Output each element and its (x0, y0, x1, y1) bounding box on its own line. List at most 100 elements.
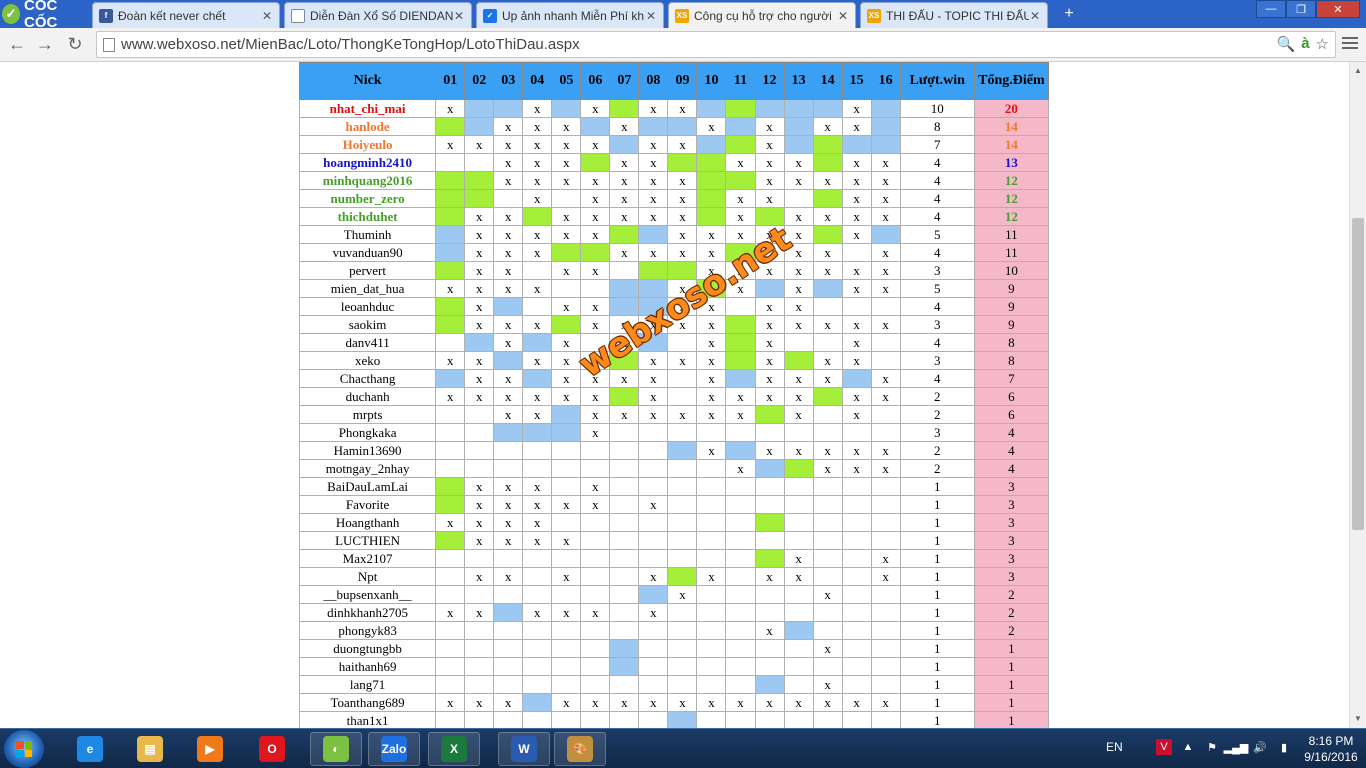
player-nick[interactable]: Toanthang689 (298, 693, 437, 712)
player-nick[interactable]: vuvanduan90 (298, 243, 437, 262)
scroll-up-icon[interactable]: ▲ (1350, 64, 1366, 78)
player-nick[interactable]: saokim (298, 315, 437, 334)
back-button[interactable]: ← (6, 33, 28, 55)
new-tab-button[interactable]: + (1060, 6, 1078, 22)
round-cell: x (609, 333, 640, 352)
player-nick[interactable]: hoangminh2410 (298, 153, 437, 172)
player-nick[interactable]: Npt (298, 567, 437, 586)
browser-tab[interactable]: f Đoàn kết never chết ✕ (92, 2, 280, 28)
url-text[interactable]: www.webxoso.net/MienBac/Loto/ThongKeTong… (121, 36, 580, 53)
clock[interactable]: 8:16 PM 9/16/2016 (1296, 733, 1366, 765)
player-nick[interactable]: Hamin13690 (298, 441, 437, 460)
round-cell (522, 711, 553, 728)
show-hidden-icons-icon[interactable]: ▲ (1180, 739, 1196, 755)
player-nick[interactable]: number_zero (298, 189, 437, 208)
round-cell: x (667, 693, 698, 712)
round-cell (551, 513, 582, 532)
player-nick[interactable]: LUCTHIEN (298, 531, 437, 550)
tab-close-icon[interactable]: ✕ (453, 9, 465, 23)
round-cell (754, 711, 785, 728)
round-cell (870, 603, 901, 622)
bookmark-star-icon[interactable]: ☆ (1316, 35, 1329, 53)
player-nick[interactable]: duongtungbb (298, 639, 437, 658)
player-nick[interactable]: phongyk83 (298, 621, 437, 640)
taskbar-app-button[interactable]: ◐ (310, 732, 362, 766)
round-cell: x (667, 243, 698, 262)
tab-close-icon[interactable]: ✕ (837, 9, 849, 23)
round-cell: x (870, 171, 901, 190)
player-nick[interactable]: leoanhduc (298, 297, 437, 316)
player-nick[interactable]: dinhkhanh2705 (298, 603, 437, 622)
start-button[interactable] (4, 730, 44, 768)
player-nick[interactable]: mien_dat_hua (298, 279, 437, 298)
round-cell (493, 351, 524, 370)
tab-close-icon[interactable]: ✕ (645, 9, 657, 23)
restore-button[interactable]: ❐ (1286, 0, 1316, 18)
close-window-button[interactable]: ✕ (1316, 0, 1360, 18)
total-points-cell: 3 (973, 549, 1050, 568)
round-cell (841, 675, 872, 694)
player-nick[interactable]: than1x1 (298, 711, 437, 728)
browser-tab[interactable]: XS Công cụ hỗ trợ cho người ✕ (668, 2, 856, 28)
language-indicator[interactable]: EN (1106, 740, 1123, 754)
round-cell: x (464, 297, 495, 316)
player-nick[interactable]: Chacthang (298, 369, 437, 388)
taskbar-app-button[interactable]: X (428, 732, 480, 766)
zoom-icon[interactable]: 🔍 (1277, 35, 1296, 53)
taskbar-app-button[interactable]: ▶ (184, 732, 236, 766)
round-cell (580, 531, 611, 550)
round-cell: x (725, 225, 756, 244)
browser-tab[interactable]: ✓ Up ảnh nhanh Miễn Phí kh ✕ (476, 2, 664, 28)
round-cell (580, 675, 611, 694)
taskbar-app-button[interactable]: W (498, 732, 550, 766)
scrollbar-thumb[interactable] (1352, 218, 1364, 530)
player-nick[interactable]: pervert (298, 261, 437, 280)
reload-button[interactable]: ↻ (64, 33, 86, 55)
scroll-down-icon[interactable]: ▼ (1350, 712, 1366, 726)
browser-brand[interactable]: ✓ CỐC CỐC (2, 0, 88, 31)
taskbar-app-button[interactable]: e (64, 732, 116, 766)
player-nick[interactable]: Hoiyeulo (298, 135, 437, 154)
player-nick[interactable]: nhat_chi_mai (298, 99, 437, 118)
player-nick[interactable]: hanlode (298, 117, 437, 136)
player-nick[interactable]: Thuminh (298, 225, 437, 244)
forward-button[interactable]: → (34, 33, 56, 55)
browser-tab[interactable]: XS THI ĐẤU - TOPIC THI ĐẤU ✕ (860, 2, 1048, 28)
player-nick[interactable]: duchanh (298, 387, 437, 406)
taskbar-app-button[interactable]: O (246, 732, 298, 766)
taskbar-app-button[interactable]: 🎨 (554, 732, 606, 766)
translate-icon[interactable]: à (1301, 35, 1309, 53)
volume-icon[interactable]: 🔊 (1252, 739, 1268, 755)
tab-close-icon[interactable]: ✕ (1029, 9, 1041, 23)
player-nick[interactable]: __bupsenxanh__ (298, 585, 437, 604)
player-nick[interactable]: Max2107 (298, 549, 437, 568)
address-bar[interactable]: www.webxoso.net/MienBac/Loto/ThongKeTong… (96, 31, 1336, 58)
player-nick[interactable]: Hoangthanh (298, 513, 437, 532)
player-nick[interactable]: Favorite (298, 495, 437, 514)
player-nick[interactable]: mrpts (298, 405, 437, 424)
taskbar-app-button[interactable]: Zalo (368, 732, 420, 766)
browser-tab[interactable]: Diễn Đàn Xổ Số DIENDAN ✕ (284, 2, 472, 28)
player-nick[interactable]: xeko (298, 351, 437, 370)
network-icon[interactable]: ▂▄▆ (1224, 739, 1249, 755)
menu-icon[interactable] (1342, 34, 1358, 54)
player-nick[interactable]: motngay_2nhay (298, 459, 437, 478)
player-nick[interactable]: thichduhet (298, 207, 437, 226)
taskbar-app-button[interactable]: ▤ (124, 732, 176, 766)
round-cell (870, 99, 901, 118)
round-cell: x (638, 315, 669, 334)
player-nick[interactable]: danv411 (298, 333, 437, 352)
browser-toolbar: ← → ↻ www.webxoso.net/MienBac/Loto/Thong… (0, 28, 1366, 62)
minimize-button[interactable]: — (1256, 0, 1286, 18)
battery-icon[interactable]: ▮ (1276, 739, 1292, 755)
antivirus-icon[interactable]: V (1156, 739, 1172, 755)
player-nick[interactable]: lang71 (298, 675, 437, 694)
flag-icon[interactable]: ⚑ (1204, 739, 1220, 755)
player-nick[interactable]: Phongkaka (298, 423, 437, 442)
player-nick[interactable]: minhquang2016 (298, 171, 437, 190)
player-nick[interactable]: BaiDauLamLai (298, 477, 437, 496)
tab-close-icon[interactable]: ✕ (261, 9, 273, 23)
player-nick[interactable]: haithanh69 (298, 657, 437, 676)
vertical-scrollbar[interactable]: ▲ ▼ (1349, 62, 1366, 728)
round-cell: x (754, 441, 785, 460)
